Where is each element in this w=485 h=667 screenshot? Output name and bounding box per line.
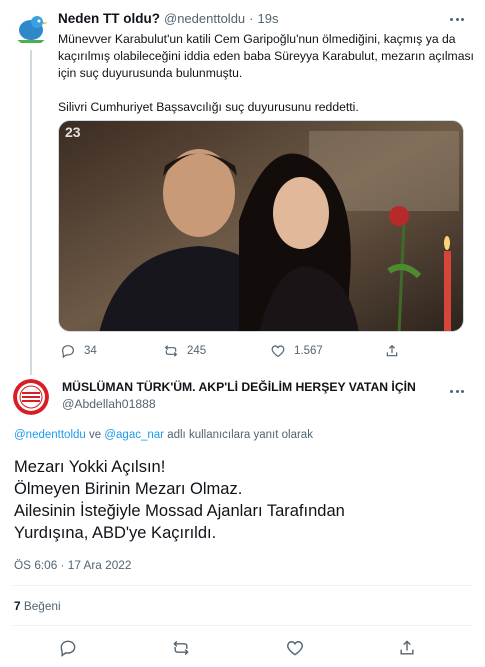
retweet-icon (164, 345, 178, 357)
reply-count: 34 (84, 345, 97, 357)
tweet-2[interactable]: MÜSLÜMAN TÜRK'ÜM. AKP'Lİ DEĞİLİM HERŞEY … (0, 370, 485, 667)
tweet-1[interactable]: Neden TT oldu? @nedenttoldu · 19s Münevv… (0, 0, 485, 375)
tweet-header: Neden TT oldu? @nedenttoldu · 19s (58, 11, 278, 26)
reply-to-user-link[interactable]: @nedenttoldu (14, 429, 86, 441)
like-button[interactable]: 1.567 (270, 343, 323, 359)
photo-content: 23 (59, 121, 463, 331)
display-name[interactable]: MÜSLÜMAN TÜRK'ÜM. AKP'Lİ DEĞİLİM HERŞEY … (62, 380, 416, 394)
tweet-body-line: Ailesinin İsteğiyle Mossad Ajanları Tara… (14, 502, 345, 520)
avatar-bird[interactable] (13, 10, 49, 46)
tweet-photo[interactable]: 23 (58, 120, 464, 332)
tweet-text: Münevver Karabulut'un katili Cem Garipoğ… (58, 31, 474, 116)
tweet-text-line: Münevver Karabulut'un katili Cem Garipoğ… (58, 32, 456, 46)
retweet-button[interactable]: 245 (163, 343, 206, 359)
reply-button[interactable]: 34 (60, 343, 97, 359)
heart-icon (287, 641, 303, 656)
share-button[interactable] (384, 343, 400, 359)
retweet-icon (173, 640, 189, 656)
reply-to-user-link[interactable]: @agac_nar (104, 429, 164, 441)
reply-icon (62, 345, 74, 359)
likes-summary-label: Beğeni (23, 599, 61, 613)
reply-to-and: ve (89, 429, 102, 441)
reply-icon (60, 640, 76, 657)
handle[interactable]: @Abdellah01888 (62, 397, 416, 411)
tweet-text-line: Silivri Cumhuriyet Başsavcılığı suç duyu… (58, 100, 359, 114)
share-icon (386, 344, 398, 357)
retweet-count: 245 (187, 345, 207, 357)
tweet-body-line: Yurdışına, ABD'ye Kaçırıldı. (14, 524, 217, 542)
likes-summary-count: 7 (14, 599, 21, 613)
separator: · (249, 11, 254, 26)
reply-button[interactable] (58, 638, 78, 663)
divider (12, 585, 473, 586)
tweet-text-line: için suç duyurusunda bulunmuştu. (58, 66, 243, 80)
tweet-body-line: Mezarı Yokki Açılsın! (14, 458, 166, 476)
badge-avatar-icon (13, 379, 49, 415)
tweet-text-line: kaçırılmış olabileceğini iddia eden baba… (58, 49, 474, 63)
like-count: 1.567 (294, 345, 323, 357)
bird-avatar-icon (13, 10, 49, 46)
tweet-timestamp[interactable]: ÖS 6:06 · 17 Ara 2022 (14, 558, 131, 572)
more-icon[interactable] (450, 12, 470, 26)
more-icon[interactable] (450, 384, 470, 398)
heart-icon (271, 345, 285, 358)
avatar-badge[interactable] (13, 379, 49, 415)
likes-summary[interactable]: 7 Beğeni (14, 599, 61, 613)
reply-context: @nedenttoldu ve @agac_nar adlı kullanıcı… (14, 429, 313, 441)
tweet-body-line: Ölmeyen Birinin Mezarı Olmaz. (14, 480, 243, 498)
handle[interactable]: @nedenttoldu (164, 11, 245, 26)
author-info[interactable]: MÜSLÜMAN TÜRK'ÜM. AKP'Lİ DEĞİLİM HERŞEY … (62, 380, 416, 411)
divider (12, 625, 473, 626)
tweet-body: Mezarı Yokki Açılsın! Ölmeyen Birinin Me… (14, 456, 345, 544)
retweet-button[interactable] (171, 638, 191, 663)
thread-line (30, 50, 32, 375)
image-watermark: 23 (65, 124, 81, 140)
share-icon (400, 640, 414, 655)
reply-to-suffix: adlı kullanıcılara yanıt olarak (167, 429, 313, 441)
like-button[interactable] (285, 638, 305, 663)
display-name[interactable]: Neden TT oldu? (58, 11, 160, 26)
tweet-time[interactable]: 19s (258, 11, 279, 26)
share-button[interactable] (397, 638, 417, 663)
